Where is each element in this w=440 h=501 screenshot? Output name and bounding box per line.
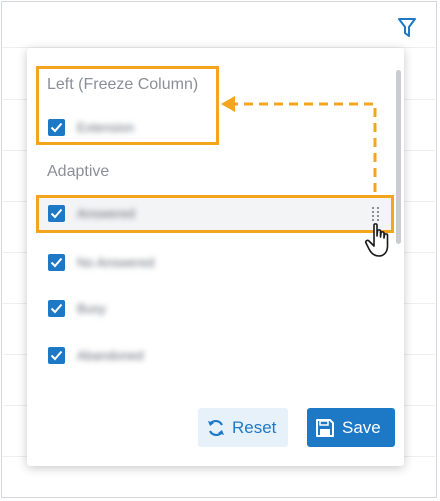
floppy-disk-icon bbox=[316, 419, 334, 437]
reset-button-label: Reset bbox=[232, 418, 277, 437]
save-button[interactable]: Save bbox=[307, 408, 395, 447]
hand-pointer-icon bbox=[364, 222, 394, 260]
refresh-icon bbox=[208, 419, 224, 437]
reset-button[interactable]: Reset bbox=[198, 408, 288, 447]
save-button-label: Save bbox=[342, 418, 381, 437]
